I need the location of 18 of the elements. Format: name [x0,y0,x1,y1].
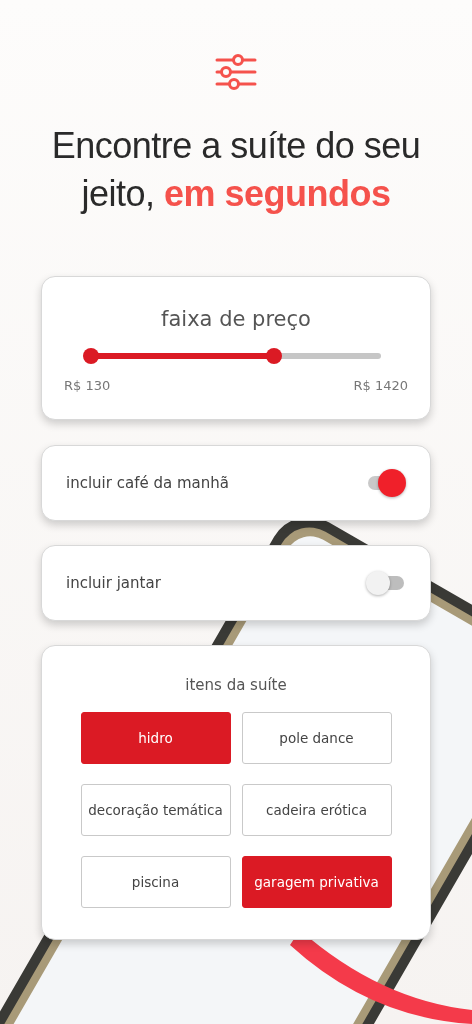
amenity-chip[interactable]: cadeira erótica [241,784,392,836]
slider-thumb[interactable] [83,348,99,364]
slider-thumb[interactable] [265,348,282,364]
amenity-chip[interactable]: garagem privativa [241,856,392,908]
toggle-label: incluir jantar [66,574,161,592]
headline: Encontre a suíte do seu jeito, em segundos [50,124,422,216]
sliders-icon [215,52,257,92]
toggle-label: incluir café da manhã [66,474,229,492]
amenity-chip[interactable]: hidro [80,712,231,764]
card-title: faixa de preço [161,307,311,331]
toggle-switch[interactable] [366,569,406,597]
max-price: R$ 1420 [353,378,408,393]
min-price: R$ 130 [64,378,111,393]
amenity-chip[interactable]: decoração temática [80,784,231,836]
toggle-switch[interactable] [366,469,406,497]
amenity-chip[interactable]: pole dance [241,712,392,764]
amenity-chip[interactable]: piscina [80,856,231,908]
card-title: itens da suíte [185,676,287,694]
